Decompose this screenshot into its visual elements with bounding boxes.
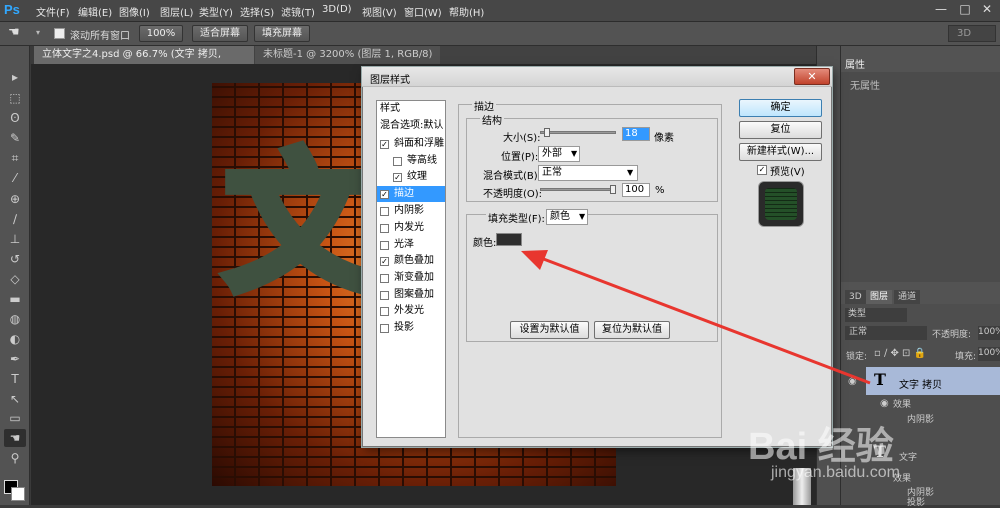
arrow-line	[532, 253, 871, 385]
jingyan-watermark-url: jingyan.baidu.com	[771, 464, 900, 481]
baidu-watermark: Bai 经验	[748, 426, 894, 468]
arrow-head	[521, 250, 548, 270]
